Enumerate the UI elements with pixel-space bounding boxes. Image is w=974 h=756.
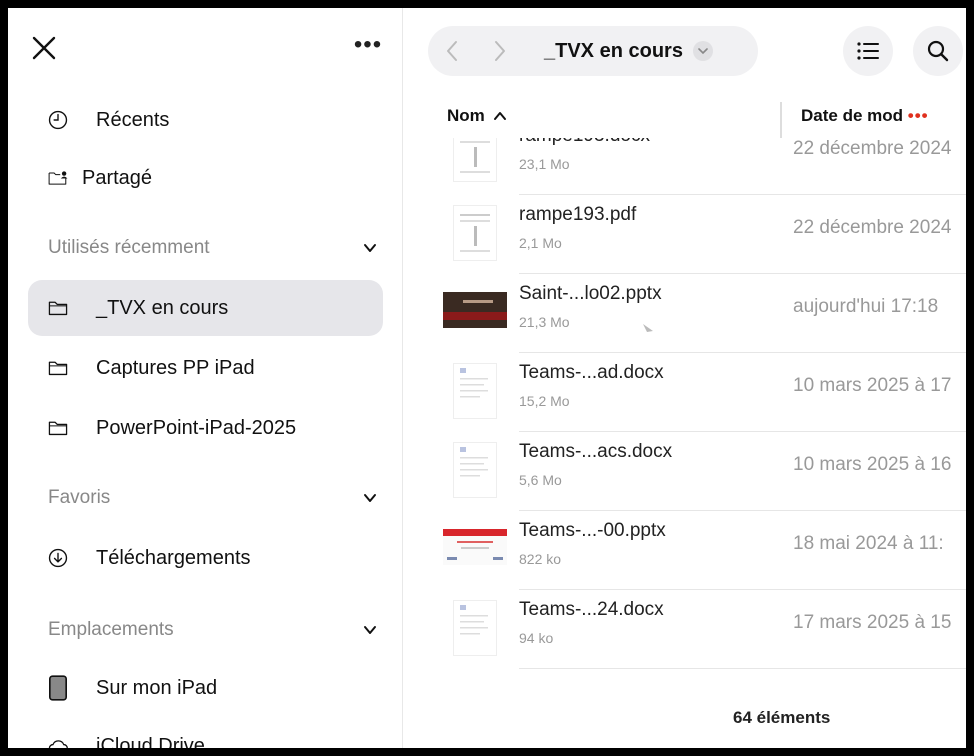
sort-by-name-button[interactable]: Nom xyxy=(447,106,507,126)
section-label: Favoris xyxy=(48,487,111,508)
folder-icon xyxy=(28,416,68,440)
chevron-down-icon[interactable] xyxy=(362,622,378,638)
sidebar-item-recents[interactable]: Récents xyxy=(28,92,383,148)
file-date: 17 mars 2025 à 15 xyxy=(793,612,952,633)
sidebar-item-shared[interactable]: Partagé xyxy=(28,150,383,206)
item-count: 64 éléments xyxy=(733,708,831,727)
sidebar-item-captures-pp-ipad[interactable]: Captures PP iPad xyxy=(28,340,383,396)
cloud-icon xyxy=(28,736,68,748)
file-date: 22 décembre 2024 xyxy=(793,138,952,159)
sidebar-item-on-my-ipad[interactable]: Sur mon iPad xyxy=(28,660,383,716)
chevron-left-icon xyxy=(447,41,457,61)
sidebar-item-label: Récents xyxy=(96,108,170,131)
file-size: 5,6 Mo xyxy=(519,472,562,488)
list-icon xyxy=(857,42,879,60)
sidebar-header: ••• xyxy=(8,8,402,88)
file-date: 10 mars 2025 à 16 xyxy=(793,454,952,475)
file-size: 2,1 Mo xyxy=(519,235,562,251)
pdf-thumbnail xyxy=(453,205,497,261)
sidebar-item-label: Téléchargements xyxy=(96,546,251,569)
file-list: rampe193.docx 23,1 Mo 22 décembre 2024 r… xyxy=(403,138,966,698)
sidebar-item-downloads[interactable]: Téléchargements xyxy=(28,530,383,586)
folder-icon xyxy=(28,356,68,380)
document-thumbnail xyxy=(453,600,497,656)
file-name: Teams-...acs.docx xyxy=(519,441,673,462)
sidebar-item-label: Captures PP iPad xyxy=(96,356,255,379)
forward-button[interactable] xyxy=(476,26,524,76)
column-name-label: Nom xyxy=(447,106,485,125)
document-thumbnail xyxy=(453,363,497,419)
folder-icon xyxy=(28,296,68,320)
sort-by-date-button[interactable]: Date de mod ••• xyxy=(801,106,929,126)
file-row[interactable]: Saint-...lo02.pptx 21,3 Mo aujourd'hui 1… xyxy=(403,274,966,353)
column-header: Nom Date de mod ••• xyxy=(403,98,966,138)
file-name: rampe193.pdf xyxy=(519,204,637,225)
section-favorites-header[interactable]: Favoris xyxy=(48,478,378,518)
file-size: 15,2 Mo xyxy=(519,393,570,409)
search-button[interactable] xyxy=(913,26,963,76)
sidebar-item-label: iCloud Drive xyxy=(96,734,205,749)
sidebar-item-label: PowerPoint-iPad-2025 xyxy=(96,416,297,439)
sidebar-item-label: _TVX en cours xyxy=(96,296,229,319)
row-divider xyxy=(519,668,966,669)
sidebar: ••• Récents Partagé Utilisés récemment _… xyxy=(8,8,403,748)
presentation-thumbnail xyxy=(443,292,507,328)
file-size: 21,3 Mo xyxy=(519,314,570,330)
document-thumbnail xyxy=(453,138,497,182)
sidebar-item-label: Sur mon iPad xyxy=(96,676,218,699)
search-icon xyxy=(927,40,949,62)
file-browser: _TVX en cours Nom Date de mod ••• 23,1 M… xyxy=(403,8,966,748)
sidebar-item-label: Partagé xyxy=(82,166,153,189)
file-row[interactable]: rampe193.pdf 2,1 Mo 22 décembre 2024 xyxy=(403,195,966,274)
file-row[interactable]: Teams-...-00.pptx 822 ko 18 mai 2024 à 1… xyxy=(403,511,966,590)
file-row[interactable]: Teams-...ad.docx 15,2 Mo 10 mars 2025 à … xyxy=(403,353,966,432)
file-row[interactable]: Teams-...acs.docx 5,6 Mo 10 mars 2025 à … xyxy=(403,432,966,511)
file-name: Teams-...ad.docx xyxy=(519,362,664,383)
chevron-right-icon xyxy=(495,41,505,61)
file-row[interactable]: Teams-...24.docx 94 ko 17 mars 2025 à 15 xyxy=(403,590,966,669)
chevron-down-icon[interactable] xyxy=(362,490,378,506)
files-window: ••• Récents Partagé Utilisés récemment _… xyxy=(8,8,966,748)
column-more-icon[interactable]: ••• xyxy=(908,106,929,125)
chevron-down-icon[interactable] xyxy=(362,240,378,256)
section-locations-header[interactable]: Emplacements xyxy=(48,610,378,650)
file-date: 10 mars 2025 à 17 xyxy=(793,375,952,396)
sidebar-item-powerpoint-ipad-2025[interactable]: PowerPoint-iPad-2025 xyxy=(28,400,383,456)
ipad-icon xyxy=(28,673,68,703)
more-button[interactable]: ••• xyxy=(348,30,388,66)
presentation-thumbnail xyxy=(443,529,507,565)
title-menu-button[interactable] xyxy=(692,41,713,61)
back-button[interactable] xyxy=(428,26,476,76)
close-icon[interactable] xyxy=(28,32,60,64)
view-options-button[interactable] xyxy=(843,26,893,76)
section-label: Utilisés récemment xyxy=(48,237,210,258)
sidebar-item-tvx-en-cours[interactable]: _TVX en cours xyxy=(28,280,383,336)
chevron-up-icon xyxy=(493,112,506,120)
section-label: Emplacements xyxy=(48,619,174,640)
sidebar-item-icloud-drive[interactable]: iCloud Drive xyxy=(28,718,383,748)
file-name: Teams-...-00.pptx xyxy=(519,520,666,541)
file-name: Saint-...lo02.pptx xyxy=(519,283,662,304)
file-size: 23,1 Mo xyxy=(519,156,570,172)
download-icon xyxy=(28,545,68,571)
file-size: 822 ko xyxy=(519,551,562,567)
column-date-label: Date de mod xyxy=(801,106,904,125)
document-thumbnail xyxy=(453,442,497,498)
file-date: 18 mai 2024 à 11: xyxy=(793,533,944,554)
shared-folder-icon xyxy=(28,164,68,192)
file-row[interactable]: rampe193.docx 23,1 Mo 22 décembre 2024 xyxy=(403,138,966,195)
folder-title: _TVX en cours xyxy=(544,39,683,62)
chevron-down-icon xyxy=(698,48,708,55)
file-date: 22 décembre 2024 xyxy=(793,217,952,238)
pointer-cursor-icon xyxy=(643,324,653,332)
section-recent-header[interactable]: Utilisés récemment xyxy=(48,228,378,268)
clock-icon xyxy=(28,107,68,133)
file-name: Teams-...24.docx xyxy=(519,599,664,620)
column-separator[interactable] xyxy=(780,102,782,138)
file-name: rampe193.docx xyxy=(519,138,650,147)
file-date: aujourd'hui 17:18 xyxy=(793,296,939,317)
navigation-bar: _TVX en cours xyxy=(428,26,758,76)
file-size: 94 ko xyxy=(519,630,554,646)
